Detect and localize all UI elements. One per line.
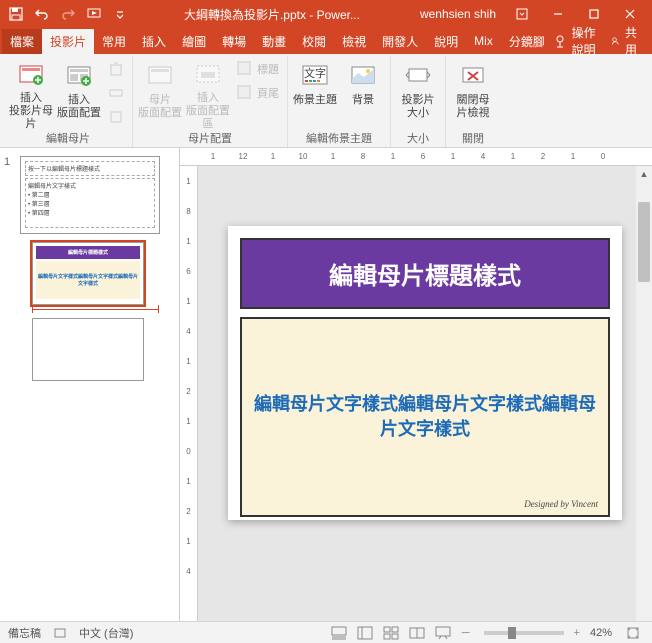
slide-size-button[interactable]: 投影片 大小: [395, 58, 441, 128]
rename-button: [104, 82, 128, 104]
themes-label: 佈景主題: [293, 94, 337, 107]
zoom-in-button[interactable]: +: [574, 627, 580, 639]
share-label: 共用: [625, 24, 642, 58]
thumbnail-number: 1: [4, 156, 16, 234]
preserve-button: [104, 106, 128, 128]
thumb-master-body: 編輯母片文字樣式 • 第二層 • 第三層 • 第四層: [25, 178, 155, 228]
scroll-thumb[interactable]: [638, 202, 650, 282]
tab-draw[interactable]: 繪圖: [174, 29, 214, 54]
slideshow-view-button[interactable]: [432, 623, 454, 643]
vertical-scrollbar[interactable]: ▲: [636, 166, 652, 621]
close-master-view-button[interactable]: 關閉母 片檢視: [450, 58, 496, 128]
slide-body-text: 編輯母片文字樣式編輯母片文字樣式編輯母片文字樣式: [254, 392, 596, 442]
slide-size-label: 投影片 大小: [402, 94, 435, 120]
background-label: 背景: [352, 94, 374, 107]
user-name[interactable]: wenhsien shih: [412, 7, 504, 21]
notes-toggle-button[interactable]: [328, 623, 350, 643]
undo-button[interactable]: [30, 2, 54, 26]
tell-me-icon[interactable]: [553, 31, 568, 51]
thumb-layout-body: 編輯母片文字樣式編輯母片文字樣式編輯母片文字樣式: [36, 261, 140, 299]
group-label-close: 關閉: [462, 128, 484, 148]
ribbon-tabs: 檔案 投影片 常用 插入 繪圖 轉場 動畫 校閱 檢視 開發人 說明 Mix 分…: [0, 28, 652, 54]
ribbon-options-button[interactable]: [504, 0, 540, 28]
tab-storyboard[interactable]: 分鏡腳: [501, 29, 553, 54]
save-button[interactable]: [4, 2, 28, 26]
share-button[interactable]: 共用: [611, 24, 642, 58]
spellcheck-icon[interactable]: [53, 626, 67, 640]
thumbnail-layout-2[interactable]: [32, 318, 144, 381]
slide-body-placeholder[interactable]: 編輯母片文字樣式編輯母片文字樣式編輯母片文字樣式 Designed by Vin…: [240, 317, 610, 517]
ribbon-group-size: 投影片 大小 大小: [391, 56, 446, 147]
ribbon-group-close: 關閉母 片檢視 關閉: [446, 56, 500, 147]
ribbon-group-edit-theme: 文字 佈景主題 背景 編輯佈景主題: [288, 56, 391, 147]
zoom-slider[interactable]: [484, 631, 564, 635]
notes-button[interactable]: 備忘稿: [8, 625, 41, 641]
thumb-master-title: 按一下以編輯母片標題樣式: [25, 161, 155, 176]
title-checkbox: 標題: [233, 58, 283, 80]
tab-transitions[interactable]: 轉場: [214, 29, 254, 54]
insert-placeholder-button: 插入 版面配置區: [185, 58, 231, 128]
close-master-view-label: 關閉母 片檢視: [457, 94, 490, 120]
start-slideshow-button[interactable]: [82, 2, 106, 26]
fit-to-window-button[interactable]: [622, 623, 644, 643]
insert-layout-button[interactable]: 插入 版面配置: [56, 58, 102, 128]
workspace: 1 按一下以編輯母片標題樣式 編輯母片文字樣式 • 第二層 • 第三層 • 第四…: [0, 148, 652, 621]
master-layout-button: 母片 版面配置: [137, 58, 183, 128]
footer-checkbox: 頁尾: [233, 82, 283, 104]
svg-text:文字: 文字: [304, 66, 326, 80]
tab-animations[interactable]: 動畫: [254, 29, 294, 54]
master-layout-label: 母片 版面配置: [138, 94, 182, 120]
thumb-layout-title: 編輯母片標題樣式: [36, 246, 140, 259]
redo-button[interactable]: [56, 2, 80, 26]
normal-view-button[interactable]: [354, 623, 376, 643]
insert-slide-master-button[interactable]: 插入 投影片母片: [8, 58, 54, 128]
insert-placeholder-label: 插入 版面配置區: [185, 92, 231, 132]
group-label-edit-theme: 編輯佈景主題: [306, 128, 372, 148]
group-label-master-layout: 母片配置: [188, 128, 232, 148]
ribbon-group-edit-master: 插入 投影片母片 插入 版面配置 編輯母片: [4, 56, 133, 147]
tab-insert[interactable]: 插入: [134, 29, 174, 54]
zoom-level[interactable]: 42%: [590, 627, 612, 639]
slide[interactable]: 編輯母片標題樣式 編輯母片文字樣式編輯母片文字樣式編輯母片文字樣式 Design…: [228, 226, 622, 520]
tab-developer[interactable]: 開發人: [374, 29, 426, 54]
window-title: 大綱轉換為投影片.pptx - Power...: [132, 6, 412, 23]
quick-access-toolbar: [4, 2, 132, 26]
themes-button[interactable]: 文字 佈景主題: [292, 58, 338, 128]
thumbnail-separator: [32, 309, 159, 310]
thumbnail-master[interactable]: 1 按一下以編輯母片標題樣式 編輯母片文字樣式 • 第二層 • 第三層 • 第四…: [4, 156, 175, 234]
tab-review[interactable]: 校閱: [294, 29, 334, 54]
qat-more-button[interactable]: [108, 2, 132, 26]
insert-layout-label: 插入 版面配置: [57, 94, 101, 120]
delete-button: [104, 58, 128, 80]
tab-view[interactable]: 檢視: [334, 29, 374, 54]
group-label-edit-master: 編輯母片: [46, 128, 90, 148]
tab-mix[interactable]: Mix: [466, 30, 501, 52]
tab-home[interactable]: 常用: [94, 29, 134, 54]
tab-slide-master[interactable]: 投影片: [42, 29, 94, 54]
tab-help[interactable]: 說明: [426, 29, 466, 54]
statusbar: 備忘稿 中文 (台灣) ─ + 42%: [0, 621, 652, 643]
background-button[interactable]: 背景: [340, 58, 386, 128]
slide-footer-text: Designed by Vincent: [524, 499, 598, 509]
reading-view-button[interactable]: [406, 623, 428, 643]
scroll-up-button[interactable]: ▲: [636, 166, 652, 182]
thumbnail-pane[interactable]: 1 按一下以編輯母片標題樣式 編輯母片文字樣式 • 第二層 • 第三層 • 第四…: [0, 148, 180, 621]
ribbon: 插入 投影片母片 插入 版面配置 編輯母片 母片 版面配置 插入 版面配置區: [0, 54, 652, 148]
insert-slide-master-label: 插入 投影片母片: [8, 92, 54, 132]
language-indicator[interactable]: 中文 (台灣): [79, 625, 133, 641]
sorter-view-button[interactable]: [380, 623, 402, 643]
slide-editor: 1121101816141210 18161412101214 編輯母片標題樣式…: [180, 148, 652, 621]
ruler-horizontal: 1121101816141210: [180, 148, 652, 166]
tab-file[interactable]: 檔案: [2, 29, 42, 54]
group-label-size: 大小: [407, 128, 429, 148]
thumbnail-layout-1[interactable]: 編輯母片標題樣式 編輯母片文字樣式編輯母片文字樣式編輯母片文字樣式: [32, 242, 144, 305]
canvas-area[interactable]: 編輯母片標題樣式 編輯母片文字樣式編輯母片文字樣式編輯母片文字樣式 Design…: [180, 166, 652, 621]
ribbon-group-master-layout: 母片 版面配置 插入 版面配置區 標題 頁尾 母片配置: [133, 56, 288, 147]
slide-title-placeholder[interactable]: 編輯母片標題樣式: [240, 238, 610, 309]
tell-me-label[interactable]: 操作說明: [572, 24, 607, 58]
